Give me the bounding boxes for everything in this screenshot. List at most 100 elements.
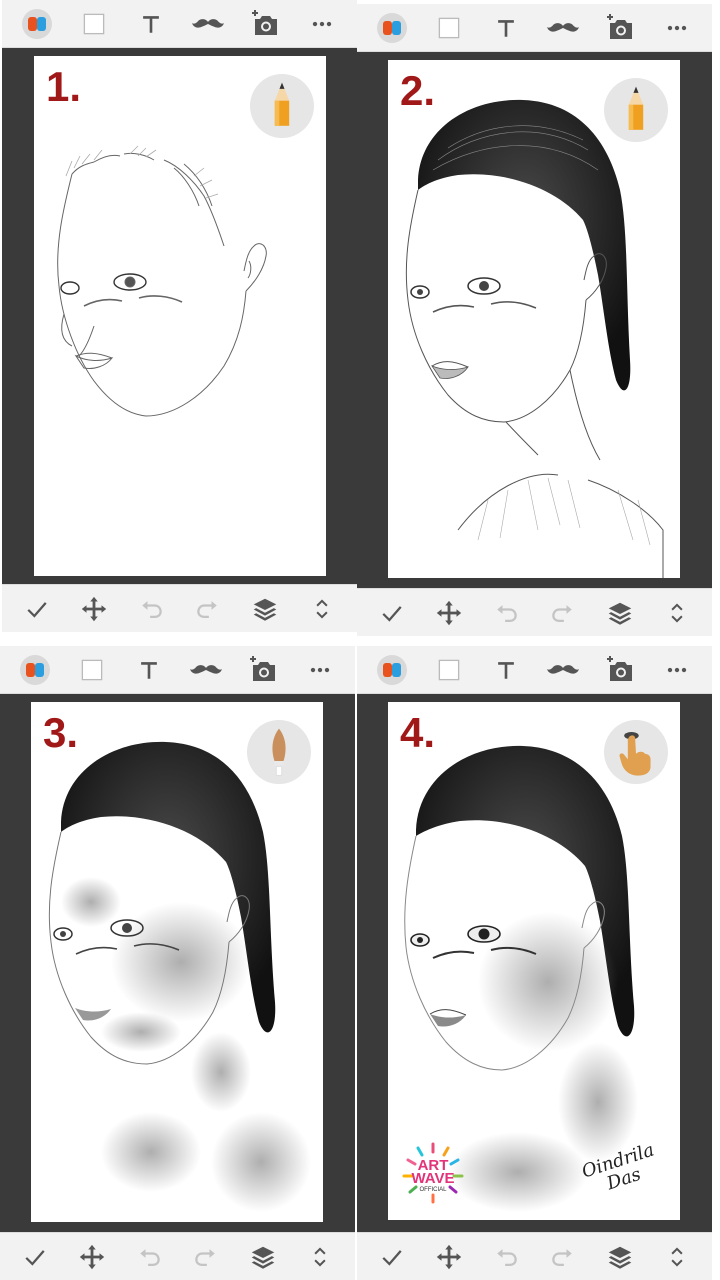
color-picker-icon — [376, 12, 408, 44]
current-tool-badge[interactable] — [247, 720, 311, 784]
expand-button[interactable] — [302, 589, 342, 629]
confirm-button[interactable] — [15, 1237, 55, 1277]
add-photo-button[interactable] — [245, 4, 285, 44]
redo-icon — [549, 1243, 577, 1271]
white-square-icon — [78, 656, 106, 684]
drawing-canvas[interactable]: 4. ART WAVE OFFICIAL Oindrila Das — [388, 702, 680, 1220]
move-icon — [77, 1242, 107, 1272]
layers-icon — [605, 1242, 635, 1272]
logo-line-2: WAVE — [411, 1170, 454, 1187]
color-picker-button[interactable] — [15, 650, 55, 690]
layers-button[interactable] — [600, 1237, 640, 1277]
color-picker-button[interactable] — [372, 650, 412, 690]
text-tool-button[interactable] — [129, 650, 169, 690]
text-icon — [137, 10, 165, 38]
mustache-icon — [189, 653, 223, 687]
confirm-button[interactable] — [372, 1237, 412, 1277]
logo-line-3: OFFICIAL — [419, 1187, 447, 1193]
white-square-icon — [435, 656, 463, 684]
sticker-button[interactable] — [188, 4, 228, 44]
move-button[interactable] — [74, 589, 114, 629]
brush-icon — [261, 726, 297, 778]
undo-button[interactable] — [129, 1237, 169, 1277]
top-toolbar — [0, 646, 355, 694]
move-button[interactable] — [429, 1237, 469, 1277]
redo-button[interactable] — [186, 1237, 226, 1277]
bottom-toolbar — [0, 1232, 355, 1280]
drawing-canvas[interactable]: 3. — [31, 702, 323, 1222]
text-icon — [135, 656, 163, 684]
move-icon — [434, 1242, 464, 1272]
move-icon — [434, 598, 464, 628]
background-color-button[interactable] — [429, 650, 469, 690]
more-button[interactable] — [657, 650, 697, 690]
drawing-canvas[interactable]: 1. — [34, 56, 326, 576]
more-icon — [663, 656, 691, 684]
text-tool-button[interactable] — [486, 8, 526, 48]
redo-button[interactable] — [543, 1237, 583, 1277]
layers-button[interactable] — [600, 593, 640, 633]
expand-button[interactable] — [657, 593, 697, 633]
undo-button[interactable] — [131, 589, 171, 629]
current-tool-badge[interactable] — [604, 78, 668, 142]
step-number: 4. — [400, 709, 436, 756]
add-photo-button[interactable] — [243, 650, 283, 690]
move-icon — [79, 594, 109, 624]
top-toolbar — [357, 4, 712, 52]
bottom-toolbar — [357, 588, 712, 636]
bottom-toolbar — [2, 584, 357, 632]
add-camera-icon — [247, 654, 279, 686]
add-photo-button[interactable] — [600, 650, 640, 690]
undo-button[interactable] — [486, 593, 526, 633]
redo-icon — [549, 599, 577, 627]
layers-icon — [248, 1242, 278, 1272]
more-icon — [308, 10, 336, 38]
color-picker-button[interactable] — [372, 8, 412, 48]
color-picker-button[interactable] — [17, 4, 57, 44]
layers-button[interactable] — [243, 1237, 283, 1277]
step-panel-2: 2. — [357, 4, 712, 636]
current-tool-badge[interactable] — [604, 720, 668, 784]
redo-button[interactable] — [188, 589, 228, 629]
background-color-button[interactable] — [72, 650, 112, 690]
background-color-button[interactable] — [429, 8, 469, 48]
text-tool-button[interactable] — [131, 4, 171, 44]
sticker-button[interactable] — [543, 8, 583, 48]
expand-button[interactable] — [300, 1237, 340, 1277]
step-number: 2. — [400, 67, 436, 114]
move-button[interactable] — [429, 593, 469, 633]
more-button[interactable] — [300, 650, 340, 690]
redo-button[interactable] — [543, 593, 583, 633]
text-icon — [492, 14, 520, 42]
add-photo-button[interactable] — [600, 8, 640, 48]
layers-icon — [250, 594, 280, 624]
up-down-chevron-icon — [664, 600, 690, 626]
expand-button[interactable] — [657, 1237, 697, 1277]
undo-icon — [137, 595, 165, 623]
check-icon — [21, 1243, 49, 1271]
sticker-button[interactable] — [543, 650, 583, 690]
check-icon — [378, 1243, 406, 1271]
color-picker-icon — [21, 8, 53, 40]
more-button[interactable] — [302, 4, 342, 44]
move-button[interactable] — [72, 1237, 112, 1277]
step-number: 1. — [46, 63, 82, 110]
undo-button[interactable] — [486, 1237, 526, 1277]
up-down-chevron-icon — [309, 596, 335, 622]
layers-button[interactable] — [245, 589, 285, 629]
check-icon — [378, 599, 406, 627]
add-camera-icon — [604, 654, 636, 686]
text-tool-button[interactable] — [486, 650, 526, 690]
drawing-canvas[interactable]: 2. — [388, 60, 680, 578]
background-color-button[interactable] — [74, 4, 114, 44]
sticker-button[interactable] — [186, 650, 226, 690]
current-tool-badge[interactable] — [250, 74, 314, 138]
more-icon — [663, 14, 691, 42]
more-button[interactable] — [657, 8, 697, 48]
confirm-button[interactable] — [372, 593, 412, 633]
add-camera-icon — [604, 12, 636, 44]
step-panel-3: 3. — [0, 646, 355, 1280]
step-panel-1: 1. — [2, 0, 357, 632]
white-square-icon — [80, 10, 108, 38]
confirm-button[interactable] — [17, 589, 57, 629]
